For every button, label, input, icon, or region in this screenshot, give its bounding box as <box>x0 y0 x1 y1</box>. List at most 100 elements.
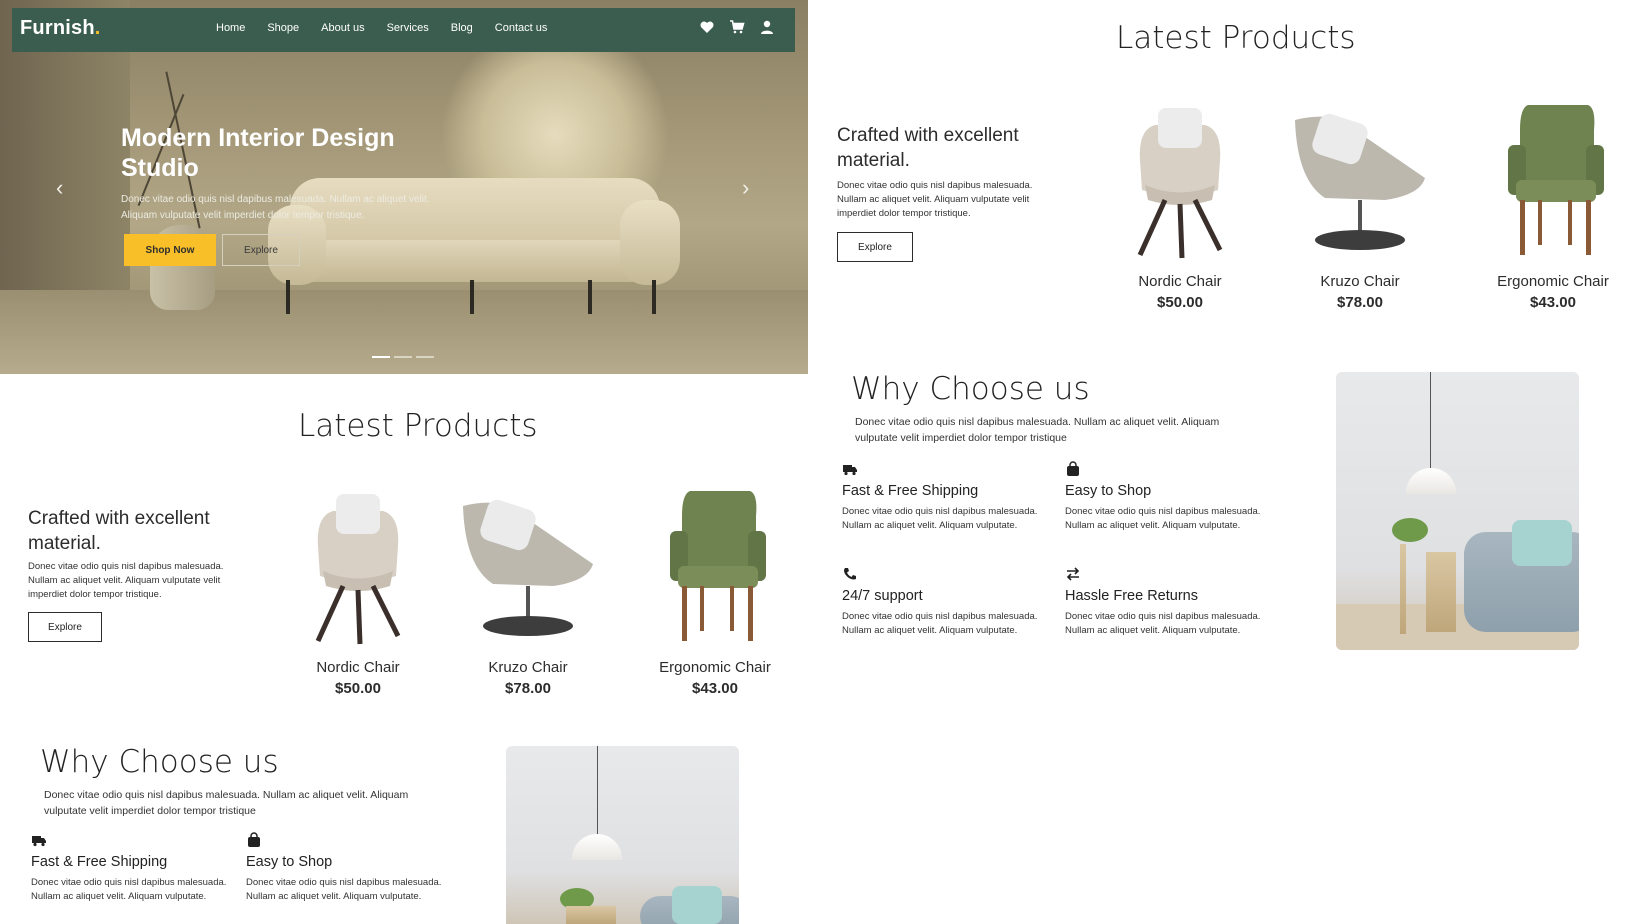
why-description: Donec vitae odio quis nisl dapibus males… <box>44 789 409 817</box>
shop-now-button[interactable]: Shop Now <box>124 234 216 266</box>
kruzo-chair-image <box>1295 113 1425 250</box>
bag-icon <box>1067 461 1079 476</box>
pendant-lamp <box>572 834 622 860</box>
crafted-title: Crafted with excellent material. <box>837 125 1019 171</box>
phone-icon <box>844 568 856 580</box>
return-icon <box>1066 567 1080 581</box>
nav-link-home[interactable]: Home <box>216 22 245 34</box>
top-navbar: Furnish. Home Shope About us Services Bl… <box>12 8 795 52</box>
why-title: Why Choose us <box>40 744 279 780</box>
nav-link-blog[interactable]: Blog <box>451 22 473 34</box>
feature-text: Donec vitae odio quis nisl dapibus males… <box>842 506 1038 531</box>
products-explore-button[interactable]: Explore <box>837 232 913 262</box>
product-price: $50.00 <box>335 680 381 697</box>
hero-sofa-leg <box>286 280 290 314</box>
feature-text: Donec vitae odio quis nisl dapibus males… <box>246 877 442 902</box>
nav-link-about[interactable]: About us <box>321 22 364 34</box>
nordic-chair-image <box>1137 108 1223 259</box>
plant <box>1392 518 1428 542</box>
carousel-prev-icon[interactable]: ‹ <box>56 177 63 199</box>
nav-links: Home Shope About us Services Blog Contac… <box>216 22 547 34</box>
carousel-dot[interactable] <box>416 356 434 358</box>
hero-sofa-seat <box>300 240 650 282</box>
side-table <box>566 906 616 924</box>
feature-title: 24/7 support <box>842 588 923 604</box>
feature-returns: Hassle Free Returns Donec vitae odio qui… <box>1065 566 1280 638</box>
product-card-nordic[interactable]: Nordic Chair $50.00 <box>1110 100 1250 311</box>
ergonomic-chair-image <box>1508 105 1604 255</box>
truck-icon <box>843 465 857 476</box>
hero-sofa-leg <box>652 280 656 314</box>
product-card-kruzo[interactable]: Kruzo Chair $78.00 <box>1280 100 1440 311</box>
product-name: Nordic Chair <box>316 659 400 676</box>
carousel-dot[interactable] <box>394 356 412 358</box>
heart-icon[interactable] <box>699 19 715 35</box>
truck-icon <box>32 836 46 847</box>
hero-description: Donec vitae odio quis nisl dapibus males… <box>121 194 430 221</box>
feature-shipping: Fast & Free Shipping Donec vitae odio qu… <box>842 461 1057 533</box>
product-name: Ergonomic Chair <box>1497 273 1609 290</box>
user-icon[interactable] <box>759 19 775 35</box>
why-description: Donec vitae odio quis nisl dapibus males… <box>855 416 1220 444</box>
why-room-image <box>506 746 739 924</box>
crafted-title: Crafted with excellent material. <box>28 508 210 554</box>
product-name: Nordic Chair <box>1138 273 1222 290</box>
product-card-ergonomic[interactable]: Ergonomic Chair $43.00 <box>1478 100 1628 311</box>
feature-text: Donec vitae odio quis nisl dapibus males… <box>31 877 227 902</box>
nav-icons <box>699 19 775 35</box>
brand-dot: . <box>94 17 101 39</box>
ergonomic-chair-image <box>670 491 766 641</box>
product-price: $78.00 <box>505 680 551 697</box>
products-explore-button[interactable]: Explore <box>28 612 102 642</box>
feature-support: 24/7 support Donec vitae odio quis nisl … <box>842 566 1057 638</box>
carousel-indicators <box>372 356 434 358</box>
nordic-chair-image <box>315 494 401 645</box>
kruzo-chair-image <box>463 499 593 636</box>
pillow <box>1512 520 1572 566</box>
side-table <box>1426 552 1456 632</box>
feature-text: Donec vitae odio quis nisl dapibus males… <box>1065 506 1261 531</box>
hero-floor <box>0 290 808 374</box>
product-card-kruzo[interactable]: Kruzo Chair $78.00 <box>448 486 608 697</box>
hero-sofa-arm <box>620 200 680 285</box>
hero-sofa-leg <box>588 280 592 314</box>
product-price: $78.00 <box>1337 294 1383 311</box>
feature-title: Fast & Free Shipping <box>31 854 168 870</box>
hero-explore-button[interactable]: Explore <box>222 234 300 266</box>
feature-title: Hassle Free Returns <box>1065 588 1198 604</box>
feature-title: Easy to Shop <box>246 854 333 870</box>
section-title: Latest Products <box>298 408 538 444</box>
carousel-dot[interactable] <box>372 356 390 358</box>
hero-sofa-leg <box>470 280 474 314</box>
cart-icon[interactable] <box>729 19 745 35</box>
carousel-next-icon[interactable]: › <box>742 177 749 199</box>
product-card-nordic[interactable]: Nordic Chair $50.00 <box>288 486 428 697</box>
brand-name: Furnish <box>20 17 95 39</box>
feature-text: Donec vitae odio quis nisl dapibus males… <box>1065 611 1261 636</box>
product-price: $43.00 <box>1530 294 1576 311</box>
product-card-ergonomic[interactable]: Ergonomic Chair $43.00 <box>640 486 790 697</box>
brand-logo[interactable]: Furnish. <box>20 17 101 40</box>
why-title: Why Choose us <box>851 371 1090 407</box>
section-title: Latest Products <box>1116 20 1356 56</box>
feature-text: Donec vitae odio quis nisl dapibus males… <box>842 611 1038 636</box>
product-name: Kruzo Chair <box>1320 273 1400 290</box>
product-name: Kruzo Chair <box>488 659 568 676</box>
feature-shipping: Fast & Free Shipping Donec vitae odio qu… <box>31 832 246 904</box>
product-price: $50.00 <box>1157 294 1203 311</box>
hero-title: Modern Interior Design Studio <box>121 124 395 182</box>
product-name: Ergonomic Chair <box>659 659 771 676</box>
product-price: $43.00 <box>692 680 738 697</box>
feature-title: Fast & Free Shipping <box>842 483 979 499</box>
nav-link-shop[interactable]: Shope <box>267 22 299 34</box>
crafted-description: Donec vitae odio quis nisl dapibus males… <box>28 561 224 600</box>
feature-title: Easy to Shop <box>1065 483 1152 499</box>
feature-easy-shop: Easy to Shop Donec vitae odio quis nisl … <box>1065 461 1280 533</box>
nav-link-services[interactable]: Services <box>387 22 429 34</box>
feature-easy-shop: Easy to Shop Donec vitae odio quis nisl … <box>246 832 461 904</box>
hero-banner: Furnish. Home Shope About us Services Bl… <box>0 0 808 374</box>
pendant-lamp <box>1406 468 1456 494</box>
pillow <box>672 886 722 924</box>
crafted-description: Donec vitae odio quis nisl dapibus males… <box>837 180 1033 219</box>
nav-link-contact[interactable]: Contact us <box>495 22 548 34</box>
